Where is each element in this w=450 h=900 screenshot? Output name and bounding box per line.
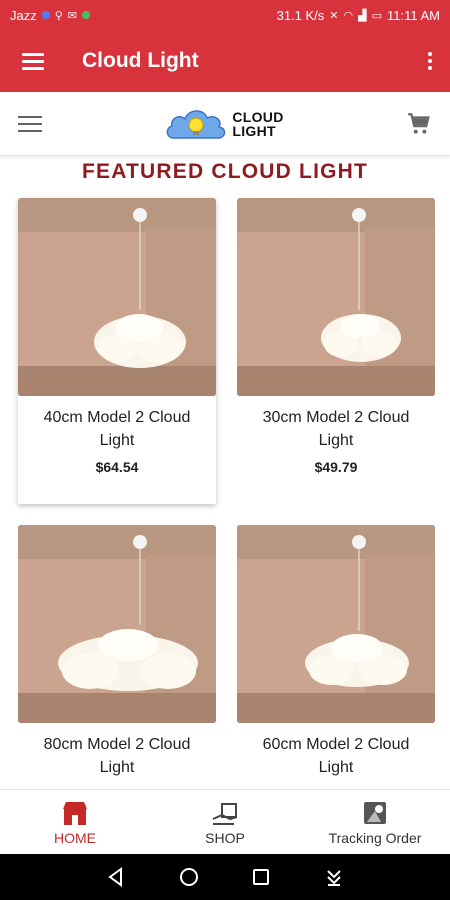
- product-image: [237, 198, 435, 396]
- product-card[interactable]: 60cm Model 2 Cloud Light: [237, 525, 435, 831]
- nav-shop[interactable]: SHOP: [150, 790, 300, 854]
- status-bar: Jazz ⚲ ✉ 31.1 K/s ✕ ◠ ▟ ▭ 11:11 AM: [0, 0, 450, 30]
- usb-icon: ⚲: [54, 9, 63, 22]
- logo-line2: LIGHT: [232, 122, 276, 139]
- status-left: Jazz ⚲ ✉: [10, 7, 91, 23]
- carrier-name: Jazz: [10, 7, 37, 23]
- cloud-bulb-icon: [166, 109, 226, 139]
- home-icon[interactable]: [178, 866, 200, 888]
- app-title: Cloud Light: [82, 49, 199, 72]
- nav-shop-label: SHOP: [205, 829, 245, 846]
- system-navigation-bar: [0, 854, 450, 900]
- product-image: [18, 525, 216, 723]
- network-speed: 31.1 K/s: [276, 7, 325, 23]
- mute-icon: ✕: [329, 9, 339, 22]
- mail-icon: ✉: [67, 9, 78, 22]
- delivery-icon: [212, 802, 238, 825]
- nav-home[interactable]: HOME: [0, 790, 150, 854]
- wifi-icon: ◠: [343, 9, 354, 22]
- section-title: FEATURED CLOUD LIGHT: [81, 160, 369, 183]
- product-price: $49.79: [314, 459, 358, 475]
- more-vert-icon[interactable]: [410, 30, 450, 92]
- app-notification-icon: [82, 11, 91, 19]
- back-icon[interactable]: [105, 866, 127, 888]
- battery-icon: ▭: [371, 9, 382, 22]
- product-card[interactable]: 40cm Model 2 Cloud Light $64.54: [18, 198, 216, 504]
- notification-pull-icon[interactable]: [323, 866, 345, 888]
- notification-icon: [41, 11, 50, 19]
- product-image: [237, 525, 435, 723]
- product-card[interactable]: 80cm Model 2 Cloud Light: [18, 525, 216, 831]
- product-card[interactable]: 30cm Model 2 Cloud Light $49.79: [237, 198, 435, 504]
- nav-home-label: HOME: [54, 829, 96, 846]
- drawer-menu-button[interactable]: [0, 30, 66, 92]
- nav-tracking-label: Tracking Order: [328, 829, 422, 846]
- hamburger-icon: [22, 49, 44, 74]
- site-logo[interactable]: CLOUD LIGHT: [164, 104, 283, 144]
- product-price: $64.54: [95, 459, 139, 475]
- map-pin-icon: [364, 801, 386, 824]
- logo-line1: CLOUD: [232, 108, 284, 125]
- clock: 11:11 AM: [387, 7, 440, 23]
- status-right: 31.1 K/s ✕ ◠ ▟ ▭ 11:11 AM: [277, 8, 440, 23]
- cart-icon[interactable]: [406, 111, 432, 137]
- product-name[interactable]: 60cm Model 2 Cloud Light: [237, 733, 435, 779]
- nav-tracking-order[interactable]: Tracking Order: [300, 790, 450, 854]
- product-name[interactable]: 80cm Model 2 Cloud Light: [18, 733, 216, 779]
- product-name[interactable]: 30cm Model 2 Cloud Light: [237, 406, 435, 452]
- product-name[interactable]: 40cm Model 2 Cloud Light: [18, 406, 216, 452]
- site-menu-button[interactable]: [18, 111, 42, 137]
- site-header: CLOUD LIGHT: [0, 92, 450, 156]
- app-bar: Cloud Light: [0, 30, 450, 92]
- store-icon: [63, 801, 87, 825]
- signal-icon: ▟: [358, 9, 367, 22]
- recents-icon[interactable]: [250, 866, 272, 888]
- bottom-navigation: HOME SHOP Tracking Order: [0, 789, 450, 854]
- product-image: [18, 198, 216, 396]
